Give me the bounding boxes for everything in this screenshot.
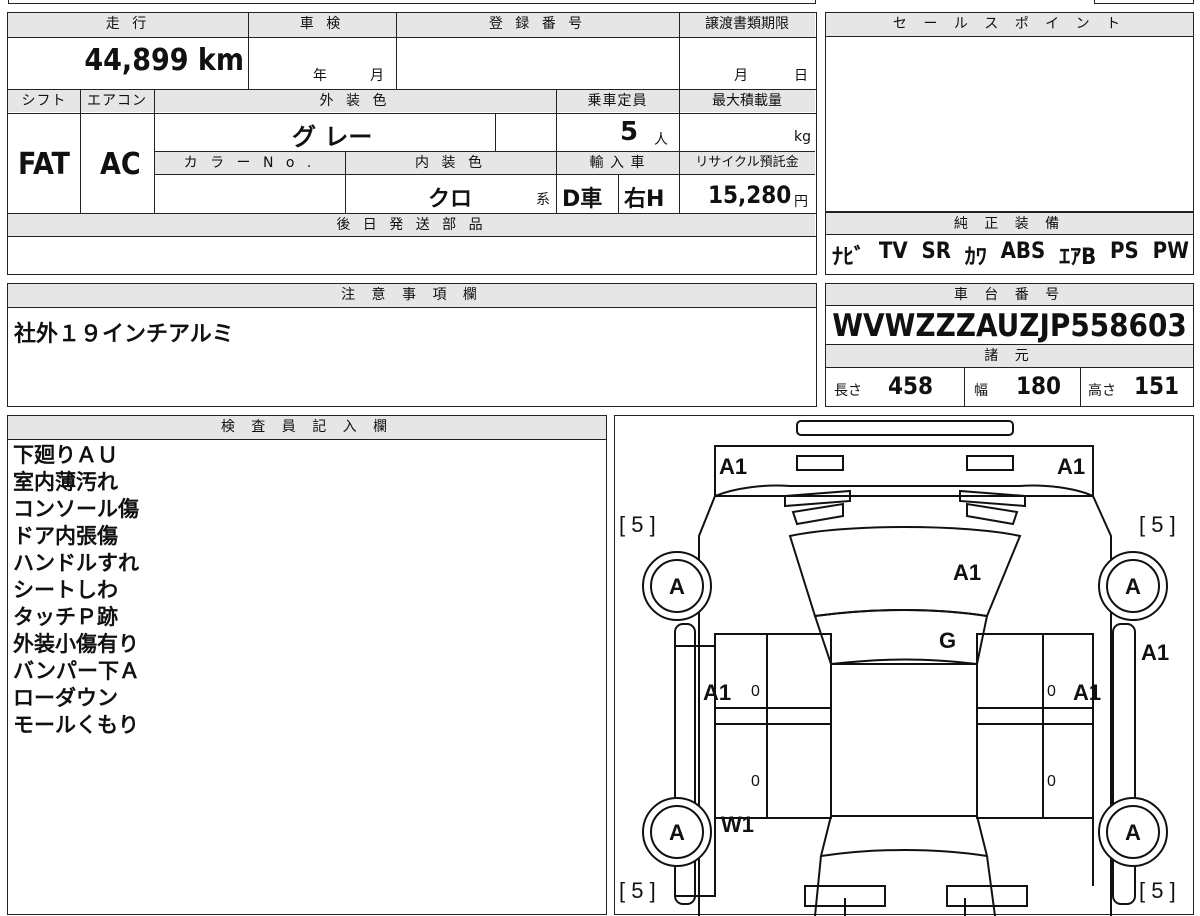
mark-front-left: A1 — [719, 454, 747, 479]
inspector-line: モールくもり — [13, 713, 139, 737]
notes-label: 注 意 事 項 欄 — [8, 284, 816, 308]
notes-text: 社外１９インチアルミ — [14, 322, 234, 347]
transfer-day: 日 — [794, 68, 808, 84]
import-handle: 右H — [624, 187, 665, 212]
vehicle-info-table: 走 行 車 検 登 録 番 号 譲渡書類期限 44,899 km 年 月 月 日… — [7, 12, 817, 275]
length-label: 長さ — [834, 383, 862, 399]
max-load-unit: kg — [794, 129, 811, 145]
transfer-label: 譲渡書類期限 — [679, 13, 815, 37]
equip-item: ｶﾜ — [964, 245, 987, 270]
genuine-equipment-list: ﾅﾋﾞ TV SR ｶﾜ ABS ｴｱB PS PW — [832, 239, 1189, 271]
inspector-line: バンパー下Ａ — [13, 659, 141, 683]
capacity-unit: 人 — [654, 132, 668, 148]
inspector-notes: 下廻りＡＵ 室内薄汚れコンソール傷 ドア内張傷ハンドルすれ シートしわタッチＰ跡外装小… — [13, 442, 140, 739]
import-label: 輸 入 車 — [556, 152, 679, 174]
inspector-line: 下廻りＡＵ — [13, 443, 118, 467]
wheel-fr-mark: A — [1125, 574, 1141, 599]
top-strip — [8, 0, 816, 4]
tire-depth-right-top: [ 5 ] — [1139, 512, 1176, 537]
exterior-color-value: グ レー — [292, 123, 373, 151]
inspection-month: 月 — [370, 68, 384, 84]
mileage-label: 走 行 — [8, 13, 248, 37]
zero-mark: 0 — [1047, 683, 1056, 700]
top-strip-right — [1094, 0, 1194, 4]
equip-item: SR — [921, 239, 951, 264]
sale-points-label: セ ー ル ス ポ イ ン ト — [826, 13, 1193, 37]
inspection-label: 車 検 — [248, 13, 396, 37]
wheel-rl-mark: A — [669, 820, 685, 845]
import-dealer: D車 — [562, 187, 603, 212]
tire-depth-left-bottom: [ 5 ] — [619, 878, 656, 903]
equip-item: ｴｱB — [1059, 245, 1097, 270]
inspector-line: ハンドルすれ — [13, 551, 139, 575]
inspector-label: 検 査 員 記 入 欄 — [8, 416, 606, 440]
recycle-unit: 円 — [794, 194, 808, 210]
genuine-equipment-label: 純 正 装 備 — [826, 213, 1193, 235]
zero-mark: 0 — [1047, 773, 1056, 790]
inspector-line: ドア内張傷 — [13, 524, 118, 548]
inspector-box: 検 査 員 記 入 欄 下廻りＡＵ 室内薄汚れコンソール傷 ドア内張傷ハンドルすれシ… — [7, 415, 607, 915]
capacity-label: 乗車定員 — [556, 90, 679, 112]
chassis-number: WVWZZZAUZJP558603 — [832, 308, 1187, 344]
mileage-value: 44,899 km — [84, 43, 244, 78]
aircon-value: AC — [100, 147, 141, 182]
max-load-label: 最大積載量 — [679, 90, 815, 112]
specs-label: 諸 元 — [826, 344, 1193, 368]
equip-item: TV — [878, 239, 908, 264]
equip-item: ABS — [1000, 239, 1046, 264]
mark-front-right: A1 — [1057, 454, 1085, 479]
car-outline — [674, 420, 1136, 916]
wheel-fl-mark: A — [669, 574, 685, 599]
mark-right-fender: A1 — [1141, 640, 1169, 665]
length-value: 458 — [888, 372, 934, 400]
tire-depth-left-top: [ 5 ] — [619, 512, 656, 537]
inspector-line: ローダウン — [13, 686, 118, 710]
wheel-rr-mark: A — [1125, 820, 1141, 845]
inspector-line: コンソール傷 — [13, 497, 139, 521]
transfer-month: 月 — [734, 68, 748, 84]
zero-mark: 0 — [751, 683, 760, 700]
exterior-color-label: 外 装 色 — [154, 90, 556, 112]
tire-depth-right-bottom: [ 5 ] — [1139, 878, 1176, 903]
shift-value: FAT — [18, 147, 70, 182]
height-value: 151 — [1134, 372, 1180, 400]
color-no-label: カ ラ ー N o . — [154, 152, 345, 174]
inspector-line: 室内薄汚れ — [13, 470, 118, 494]
inspection-year: 年 — [313, 68, 327, 84]
shift-label: シフト — [8, 90, 80, 112]
mark-left-rear-wheel: W1 — [721, 812, 754, 837]
aircon-label: エアコン — [80, 90, 154, 112]
genuine-equipment-box: 純 正 装 備 ﾅﾋﾞ TV SR ｶﾜ ABS ｴｱB PS PW — [825, 212, 1194, 275]
recycle-value: 15,280 — [708, 181, 792, 209]
equip-item: PW — [1152, 239, 1189, 264]
zero-mark: 0 — [751, 773, 760, 790]
interior-color-value: クロ — [428, 187, 473, 212]
interior-color-suffix: 系 — [536, 192, 550, 208]
mark-right-front-door: A1 — [1073, 680, 1101, 705]
mark-windshield: G — [939, 628, 956, 653]
width-value: 180 — [1016, 372, 1062, 400]
notes-box: 注 意 事 項 欄 社外１９インチアルミ — [7, 283, 817, 407]
equip-item: ﾅﾋﾞ — [832, 245, 866, 270]
chassis-box: 車 台 番 号 WVWZZZAUZJP558603 諸 元 長さ 458 幅 1… — [825, 283, 1194, 407]
inspector-line: タッチＰ跡 — [13, 605, 118, 629]
recycle-label: リサイクル預託金 — [679, 152, 815, 174]
height-label: 高さ — [1088, 383, 1116, 399]
inspector-line: シートしわ — [13, 578, 118, 602]
chassis-label: 車 台 番 号 — [826, 284, 1193, 306]
capacity-value: 5 — [620, 117, 639, 147]
car-diagram-box: A A A A A1 A1 A1 G A1 A1 A1 W1 [ 5 ] [ 5… — [614, 415, 1194, 916]
interior-color-label: 内 装 色 — [345, 152, 556, 174]
car-diagram: A A A A A1 A1 A1 G A1 A1 A1 W1 [ 5 ] [ 5… — [619, 420, 1176, 916]
registration-label: 登 録 番 号 — [396, 13, 679, 37]
equip-item: PS — [1109, 239, 1139, 264]
width-label: 幅 — [974, 383, 988, 399]
zero-marks: 0 0 0 0 — [751, 683, 1056, 790]
sale-points-box: セ ー ル ス ポ イ ン ト — [825, 12, 1194, 212]
mark-left-front-door: A1 — [703, 680, 731, 705]
inspector-line: 外装小傷有り — [13, 632, 139, 656]
mark-hood: A1 — [953, 560, 981, 585]
later-parts-label: 後 日 発 送 部 品 — [8, 214, 815, 236]
